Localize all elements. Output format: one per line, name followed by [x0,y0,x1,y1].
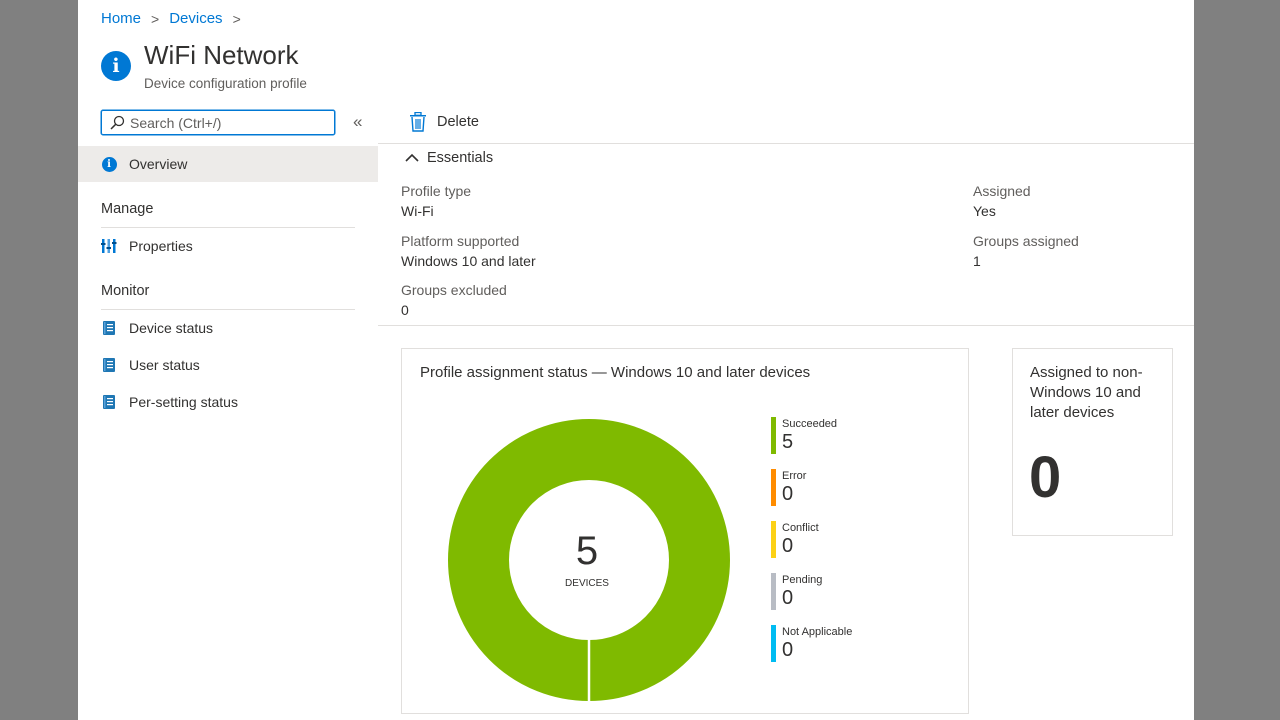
divider [378,325,1194,326]
properties-icon [101,239,117,253]
essentials-header: Essentials [427,150,494,166]
card-title: Profile assignment status — Windows 10 a… [420,364,811,381]
groups-assigned-label: Groups assigned [973,233,1079,249]
legend-swatch [771,573,776,610]
donut-total: 5 [575,529,599,573]
donut-total-label: DEVICES [565,578,609,589]
groups-excluded-value: 0 [401,302,409,318]
legend-swatch [771,521,776,558]
page-title: WiFi Network [144,40,299,70]
search-placeholder: Search (Ctrl+/) [130,114,222,131]
report-icon [103,395,115,409]
card-title: Assigned to non-Windows 10 and later dev… [1030,364,1143,421]
search-input[interactable]: Search (Ctrl+/) [101,110,335,135]
legend-label: Succeeded [782,418,838,430]
legend-value: 0 [782,639,794,661]
legend-swatch [771,469,776,506]
nav-item-label: Overview [129,156,188,172]
nav-item-device-status[interactable]: Device status [78,310,378,346]
report-icon [103,358,115,372]
platform-supported-label: Platform supported [401,233,520,249]
legend-label: Error [782,470,807,482]
delete-button[interactable]: Delete [409,112,479,132]
groups-excluded-label: Groups excluded [401,282,507,298]
legend-swatch [771,625,776,662]
assigned-value: Yes [973,203,996,219]
info-icon: i [101,51,131,81]
page-subtitle: Device configuration profile [144,76,307,91]
breadcrumb-devices[interactable]: Devices [169,10,222,27]
legend-label: Not Applicable [782,626,853,638]
breadcrumb-separator: > [151,10,160,27]
profile-type-value: Wi-Fi [401,203,434,219]
card-value: 0 [1029,445,1062,510]
legend-label: Pending [782,574,823,586]
breadcrumb-separator: > [232,10,241,27]
non-windows-devices-card[interactable]: Assigned to non-Windows 10 and later dev… [1012,348,1173,536]
collapse-menu-button[interactable]: « [353,112,362,132]
nav-item-per-setting-status[interactable]: Per-setting status [78,384,378,420]
nav-item-label: Device status [129,320,214,336]
profile-type-label: Profile type [401,183,472,199]
nav-item-properties[interactable]: Properties [78,228,378,264]
profile-assignment-status-card[interactable]: Profile assignment status — Windows 10 a… [401,348,969,714]
nav-section-manage: Manage [101,201,154,217]
report-icon [103,321,115,335]
nav-item-label: Per-setting status [129,394,238,410]
assigned-label: Assigned [973,183,1031,199]
legend-value: 0 [782,483,794,505]
essentials-toggle[interactable]: Essentials [405,150,493,166]
nav-item-overview[interactable]: i Overview [78,146,378,182]
delete-label: Delete [437,114,479,130]
legend-swatch [771,417,776,454]
legend-value: 5 [782,431,794,453]
nav-section-monitor: Monitor [101,283,150,299]
legend-value: 0 [782,587,794,609]
breadcrumb-home[interactable]: Home [101,10,141,27]
divider [378,143,1194,144]
main-panel: Home > Devices > i WiFi Network Device c… [78,0,1194,720]
nav-item-label: User status [129,357,200,373]
legend-value: 0 [782,535,794,557]
nav-item-label: Properties [129,238,193,254]
chevron-up-icon [405,153,419,162]
trash-icon [410,112,426,132]
platform-supported-value: Windows 10 and later [401,253,536,269]
breadcrumb: Home > Devices > [101,10,251,27]
info-icon: i [101,156,117,172]
groups-assigned-value: 1 [973,253,981,269]
search-icon [110,115,125,130]
legend-label: Conflict [782,522,819,534]
nav-item-user-status[interactable]: User status [78,347,378,383]
